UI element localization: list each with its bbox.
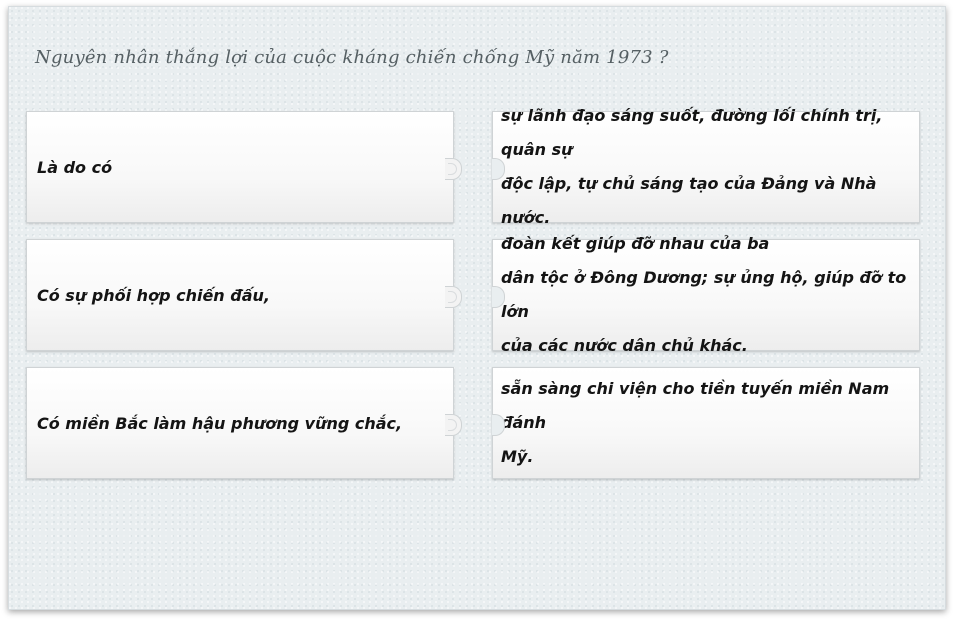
prompt-card-text: Có sự phối hợp chiến đấu, — [37, 285, 270, 305]
prompt-card-1: Là do có — [26, 111, 462, 223]
activity-panel: Nguyên nhân thắng lợi của cuộc kháng chi… — [8, 6, 946, 610]
prompt-card-text: Là do có — [37, 157, 113, 177]
answer-card-text: sự lãnh đạo sáng suốt, đường lối chính t… — [501, 106, 883, 227]
puzzle-connector-icon — [445, 158, 462, 180]
prompt-card-text: Có miền Bắc làm hậu phương vững chắc, — [37, 413, 403, 433]
question-text: Nguyên nhân thắng lợi của cuộc kháng chi… — [35, 47, 669, 68]
answer-card-text: sẵn sàng chi viện cho tiền tuyến miền Na… — [501, 379, 890, 466]
puzzle-connector-icon — [445, 414, 462, 436]
answer-card-3[interactable]: sẵn sàng chi viện cho tiền tuyến miền Na… — [492, 367, 920, 479]
prompt-card-2: Có sự phối hợp chiến đấu, — [26, 239, 462, 351]
answer-card-1[interactable]: sự lãnh đạo sáng suốt, đường lối chính t… — [492, 106, 920, 227]
answer-card-text: đoàn kết giúp đỡ nhau của ba dân tộc ở Đ… — [501, 234, 907, 355]
answer-card-2[interactable]: đoàn kết giúp đỡ nhau của ba dân tộc ở Đ… — [492, 234, 920, 355]
prompt-card-3: Có miền Bắc làm hậu phương vững chắc, — [26, 367, 462, 479]
puzzle-connector-icon — [445, 286, 462, 308]
